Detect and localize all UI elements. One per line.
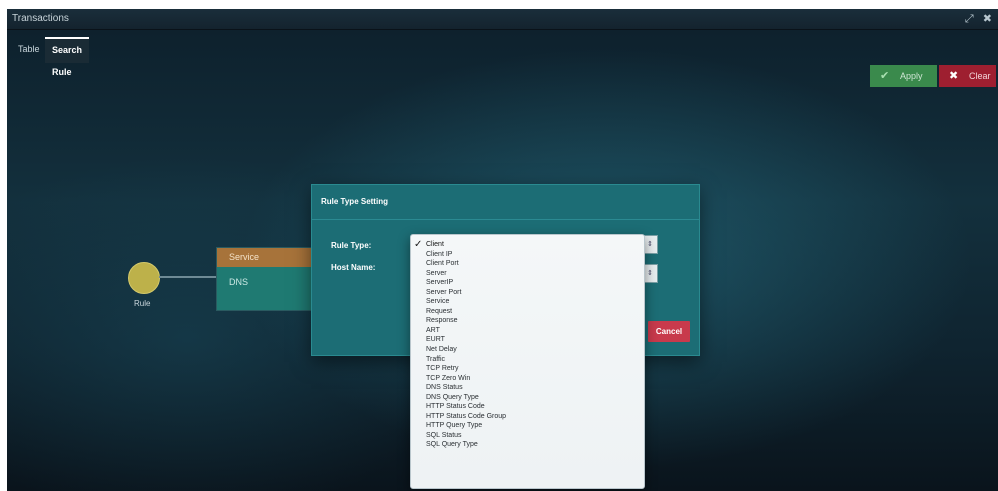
clear-button[interactable]: ✖ Clear xyxy=(939,65,996,87)
tab-table[interactable]: Table xyxy=(11,37,47,61)
dropdown-option[interactable]: ✓ Client xyxy=(411,240,644,250)
dropdown-option[interactable]: SQL Query Type xyxy=(411,440,644,450)
dropdown-option-label: TCP Zero Win xyxy=(426,374,471,382)
dropdown-option[interactable]: Traffic xyxy=(411,355,644,365)
dropdown-option[interactable]: HTTP Status Code xyxy=(411,402,644,412)
window-title: Transactions xyxy=(12,13,69,24)
rule-type-options: ✓ Client Client IP Client Port Server ServerI… xyxy=(411,235,644,450)
dropdown-option-label: Server xyxy=(426,269,447,277)
rule-node[interactable] xyxy=(128,262,160,294)
dropdown-option-label: Net Delay xyxy=(426,346,457,354)
dropdown-option-label: EURT xyxy=(426,336,445,344)
dropdown-option-label: HTTP Status Code xyxy=(426,403,485,411)
dropdown-option-label: DNS Query Type xyxy=(426,393,479,401)
service-node-value: DNS xyxy=(217,267,322,310)
rule-type-dropdown[interactable]: ✓ Client Client IP Client Port Server ServerI… xyxy=(410,234,645,489)
dropdown-option[interactable]: HTTP Status Code Group xyxy=(411,412,644,422)
dropdown-option[interactable]: Service xyxy=(411,297,644,307)
dropdown-option-label: Client xyxy=(426,241,444,248)
dropdown-option-label: Request xyxy=(426,307,453,315)
window-titlebar: Transactions ⤢ ✖ xyxy=(7,9,998,30)
dropdown-option[interactable]: ServerIP xyxy=(411,278,644,288)
dropdown-option[interactable]: Server Port xyxy=(411,288,644,298)
rule-type-label: Rule Type: xyxy=(331,241,372,250)
dropdown-option[interactable]: DNS Query Type xyxy=(411,393,644,403)
dropdown-option[interactable]: TCP Zero Win xyxy=(411,374,644,384)
dialog-header: Rule Type Setting xyxy=(312,185,699,220)
dropdown-option[interactable]: TCP Retry xyxy=(411,364,644,374)
dropdown-option-label: Response xyxy=(426,317,458,325)
window-controls: ⤢ ✖ xyxy=(959,12,992,26)
dropdown-option-label: Client Port xyxy=(426,260,459,268)
dialog-title: Rule Type Setting xyxy=(321,197,388,206)
dropdown-option[interactable]: Net Delay xyxy=(411,345,644,355)
dropdown-option[interactable]: ART xyxy=(411,326,644,336)
dropdown-option[interactable]: Response xyxy=(411,316,644,326)
dropdown-option-label: Traffic xyxy=(426,355,446,363)
service-node-header: Service xyxy=(217,248,322,267)
dropdown-option[interactable]: Request xyxy=(411,307,644,317)
expand-icon[interactable]: ⤢ xyxy=(965,13,974,25)
dropdown-option-label: SQL Status xyxy=(426,431,462,439)
dropdown-option[interactable]: EURT xyxy=(411,335,644,345)
dropdown-option[interactable]: Client IP xyxy=(411,250,644,260)
checkmark-icon: ✓ xyxy=(414,239,423,250)
dropdown-option[interactable]: Client Port xyxy=(411,259,644,269)
dropdown-option-label: TCP Retry xyxy=(426,365,459,373)
dropdown-option[interactable]: DNS Status xyxy=(411,383,644,393)
tab-search-rule[interactable]: Search Rule xyxy=(45,37,90,77)
x-icon: ✖ xyxy=(949,70,959,82)
rule-connector xyxy=(159,276,216,278)
transactions-window: Transactions ⤢ ✖ Table Search Rule ✔ App… xyxy=(7,9,998,491)
dropdown-option-label: Service xyxy=(426,298,450,306)
dropdown-option-label: Server Port xyxy=(426,288,462,296)
dropdown-option-label: HTTP Status Code Group xyxy=(426,412,507,420)
close-icon[interactable]: ✖ xyxy=(983,13,992,25)
dropdown-option-label: HTTP Query Type xyxy=(426,422,483,430)
rule-node-label: Rule xyxy=(134,299,151,308)
host-name-label: Host Name: xyxy=(331,263,376,272)
clear-label: Clear xyxy=(969,71,991,81)
dropdown-option-label: SQL Query Type xyxy=(426,441,478,449)
apply-label: Apply xyxy=(900,71,923,81)
dropdown-option[interactable]: HTTP Query Type xyxy=(411,421,644,431)
check-icon: ✔ xyxy=(880,70,890,82)
dropdown-option[interactable]: Server xyxy=(411,269,644,279)
service-node[interactable]: Service DNS xyxy=(216,247,323,311)
dropdown-option-label: Client IP xyxy=(426,250,453,258)
apply-button[interactable]: ✔ Apply xyxy=(870,65,937,87)
dropdown-option-label: ART xyxy=(426,326,440,334)
cancel-button[interactable]: Cancel xyxy=(648,321,690,342)
dropdown-option[interactable]: SQL Status xyxy=(411,431,644,441)
dropdown-option-label: DNS Status xyxy=(426,384,463,392)
dropdown-option-label: ServerIP xyxy=(426,279,454,287)
